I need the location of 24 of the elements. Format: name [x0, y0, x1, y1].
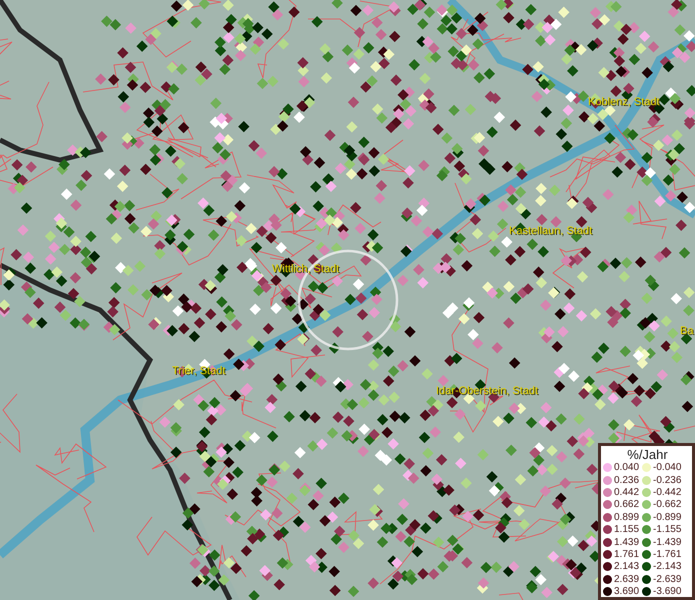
legend-value: 1.155 [614, 524, 640, 536]
legend-value: -2.143 [653, 561, 682, 572]
legend-title: %/Jahr [626, 447, 669, 462]
legend-value: -1.155 [653, 524, 682, 536]
legend-value: -0.662 [653, 499, 682, 510]
legend-value: -0.236 [653, 474, 682, 486]
place-label: Ba [680, 325, 694, 338]
legend-value: 0.442 [614, 487, 640, 498]
legend-value: 1.439 [614, 536, 640, 548]
legend-value: 2.143 [614, 561, 640, 572]
legend-value: -3.690 [653, 586, 682, 598]
legend-value: 0.662 [614, 499, 640, 510]
legend-value: 3.690 [614, 586, 640, 598]
legend-value: 0.040 [614, 462, 640, 474]
legend-value: 0.236 [614, 474, 640, 486]
legend-value: -1.439 [653, 536, 682, 548]
legend-value: 2.639 [614, 574, 640, 585]
legend-value: -0.040 [653, 462, 682, 474]
legend-value: -2.639 [653, 574, 682, 585]
legend-value: -1.761 [653, 549, 682, 560]
legend-value: -0.899 [653, 512, 682, 523]
legend-value: 0.899 [614, 512, 640, 523]
legend-value: -0.442 [653, 487, 682, 498]
legend-value: 1.761 [614, 549, 640, 560]
